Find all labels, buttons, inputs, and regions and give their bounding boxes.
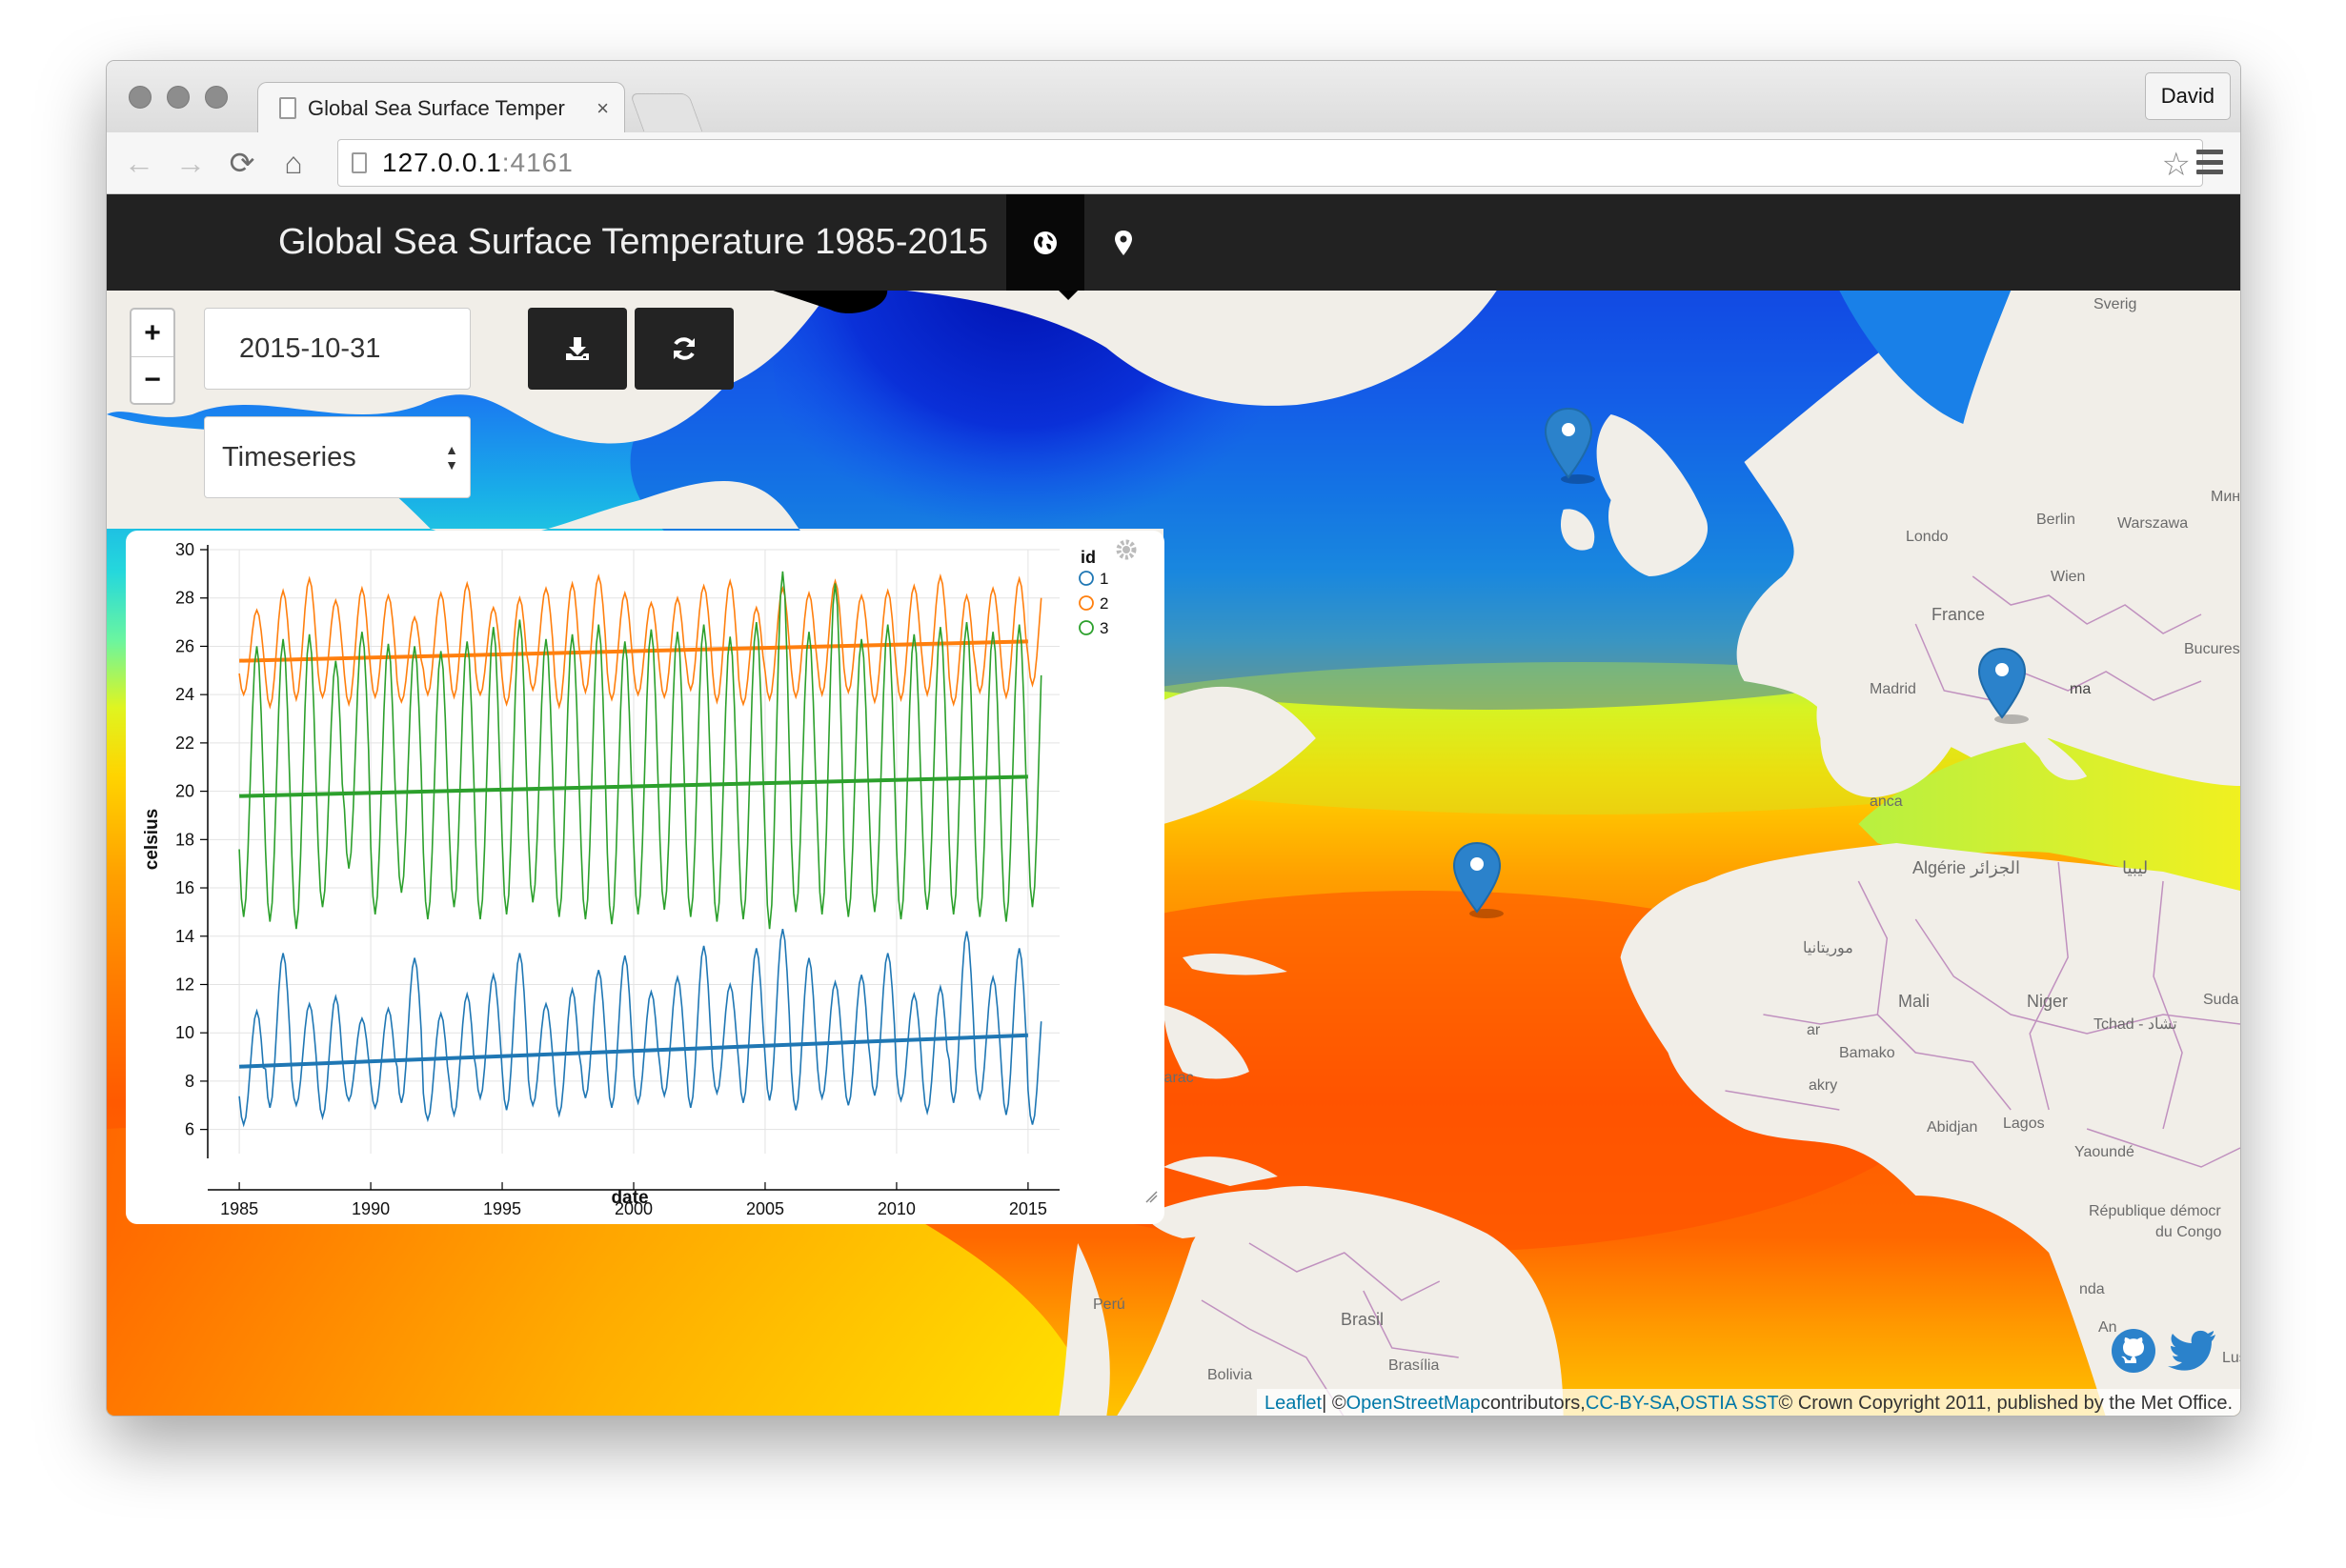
tab-title: Global Sea Surface Temper bbox=[308, 95, 565, 120]
zoom-window-button[interactable] bbox=[205, 86, 228, 109]
y-tick-label: 8 bbox=[185, 1072, 194, 1091]
close-window-button[interactable] bbox=[129, 86, 152, 109]
reload-icon[interactable]: ⟳ bbox=[221, 142, 263, 184]
app-page: Global Sea Surface Temperature 1985-2015 bbox=[107, 194, 2240, 1416]
legend-label: 1 bbox=[1100, 570, 1108, 588]
cc-by-sa-link[interactable]: CC-BY-SA bbox=[1586, 1393, 1675, 1415]
browser-window: Global Sea Surface Temper × David ← → ⟳ … bbox=[106, 60, 2241, 1417]
twitter-icon[interactable] bbox=[2168, 1326, 2217, 1376]
minimize-window-button[interactable] bbox=[167, 86, 190, 109]
mode-select-value: Timeseries bbox=[222, 441, 356, 472]
title-bar: Global Sea Surface Temper × David bbox=[107, 61, 2240, 133]
y-tick-label: 24 bbox=[175, 685, 194, 704]
x-axis-label: date bbox=[611, 1188, 648, 1208]
forward-icon[interactable]: → bbox=[170, 142, 212, 184]
legend-title: id bbox=[1081, 548, 1096, 567]
y-axis-label: celsius bbox=[142, 809, 162, 870]
x-tick-label: 2005 bbox=[746, 1199, 784, 1218]
x-tick-label: 2015 bbox=[1009, 1199, 1047, 1218]
map-marker-icon[interactable] bbox=[1977, 647, 2031, 725]
url-host: 127.0.0.1 bbox=[382, 148, 502, 177]
y-tick-label: 16 bbox=[175, 878, 194, 897]
y-tick-label: 30 bbox=[175, 540, 194, 559]
tab-close-icon[interactable]: × bbox=[597, 96, 609, 121]
zoom-out-button[interactable]: − bbox=[131, 356, 173, 403]
y-tick-label: 22 bbox=[175, 734, 194, 753]
series-line-1 bbox=[238, 929, 1042, 1128]
refresh-button[interactable] bbox=[635, 308, 734, 390]
legend-marker[interactable] bbox=[1079, 595, 1094, 611]
x-tick-label: 1995 bbox=[483, 1199, 521, 1218]
browser-menu-icon[interactable] bbox=[2196, 150, 2223, 174]
zoom-in-button[interactable]: + bbox=[131, 310, 173, 356]
github-icon[interactable] bbox=[2109, 1326, 2158, 1376]
y-tick-label: 18 bbox=[175, 830, 194, 849]
y-tick-label: 14 bbox=[175, 927, 194, 946]
profile-button[interactable]: David bbox=[2144, 72, 2231, 120]
globe-icon[interactable] bbox=[1006, 194, 1084, 291]
chart-settings-icon[interactable] bbox=[1116, 539, 1137, 560]
attribution-text: | © bbox=[1322, 1392, 1346, 1414]
home-icon[interactable]: ⌂ bbox=[273, 142, 314, 184]
chart-legend: id 1 2 3 bbox=[1079, 548, 1108, 637]
url-port: :4161 bbox=[501, 148, 574, 177]
page-icon bbox=[352, 152, 367, 173]
x-tick-label: 2010 bbox=[878, 1199, 916, 1218]
new-tab-button[interactable] bbox=[629, 93, 703, 131]
app-navbar: Global Sea Surface Temperature 1985-2015 bbox=[107, 194, 2240, 291]
map-view[interactable]: Sverig Berlin Warszawa Мин Wien Bucures … bbox=[107, 291, 2240, 1416]
map-marker-icon[interactable] bbox=[1452, 841, 1506, 919]
legend-label: 2 bbox=[1100, 594, 1108, 613]
social-links bbox=[2109, 1326, 2217, 1376]
attribution-text: © Crown Copyright 2011, published by the… bbox=[1778, 1392, 2233, 1414]
series-line-2 bbox=[238, 573, 1042, 710]
y-tick-label: 26 bbox=[175, 636, 194, 655]
leaflet-link[interactable]: Leaflet bbox=[1264, 1393, 1322, 1415]
y-tick-label: 12 bbox=[175, 975, 194, 994]
y-tick-label: 20 bbox=[175, 782, 194, 801]
attribution-text: contributors, bbox=[1480, 1392, 1586, 1414]
mode-select[interactable]: Timeseries ▲ ▼ bbox=[204, 416, 471, 498]
ostia-link[interactable]: OSTIA SST bbox=[1680, 1393, 1778, 1415]
legend-marker[interactable] bbox=[1079, 620, 1094, 635]
date-input[interactable]: 2015-10-31 bbox=[204, 308, 471, 390]
back-icon[interactable]: ← bbox=[118, 142, 160, 184]
x-tick-label: 1990 bbox=[352, 1199, 390, 1218]
legend-marker[interactable] bbox=[1079, 571, 1094, 586]
y-tick-label: 28 bbox=[175, 589, 194, 608]
app-title[interactable]: Global Sea Surface Temperature 1985-2015 bbox=[278, 194, 988, 291]
page-icon bbox=[279, 97, 296, 119]
osm-link[interactable]: OpenStreetMap bbox=[1346, 1393, 1481, 1415]
y-tick-label: 10 bbox=[175, 1023, 194, 1042]
y-tick-label: 6 bbox=[185, 1120, 194, 1139]
series-line-3 bbox=[238, 571, 1042, 930]
browser-tab[interactable]: Global Sea Surface Temper × bbox=[257, 82, 625, 133]
download-icon bbox=[566, 337, 589, 360]
map-marker-icon[interactable] bbox=[1544, 407, 1597, 485]
zoom-control: + − bbox=[130, 308, 175, 405]
timeseries-chart: 6810121416182022242628301985 1990 1995 2000… bbox=[142, 539, 1158, 1218]
bookmark-star-icon[interactable]: ☆ bbox=[2162, 146, 2191, 184]
download-button[interactable] bbox=[528, 308, 627, 390]
map-marker-icon[interactable] bbox=[1084, 194, 1163, 291]
legend-label: 3 bbox=[1100, 619, 1108, 637]
refresh-icon bbox=[674, 337, 695, 360]
browser-toolbar: ← → ⟳ ⌂ 127.0.0.1:4161 ☆ bbox=[107, 132, 2240, 194]
map-attribution: Leaflet | © OpenStreetMap contributors, … bbox=[1257, 1389, 2240, 1416]
timeseries-chart-panel: 6 8 10 12 14 16 18 20 22 24 26 28 30 1985 1990 1995 2000… bbox=[126, 531, 1164, 1224]
series-lines bbox=[238, 571, 1042, 1128]
address-bar[interactable]: 127.0.0.1:4161 ☆ bbox=[337, 139, 2203, 187]
select-arrows-icon: ▲ ▼ bbox=[445, 442, 458, 472]
resize-handle-icon[interactable] bbox=[1145, 1191, 1158, 1203]
x-tick-label: 1985 bbox=[220, 1199, 258, 1218]
